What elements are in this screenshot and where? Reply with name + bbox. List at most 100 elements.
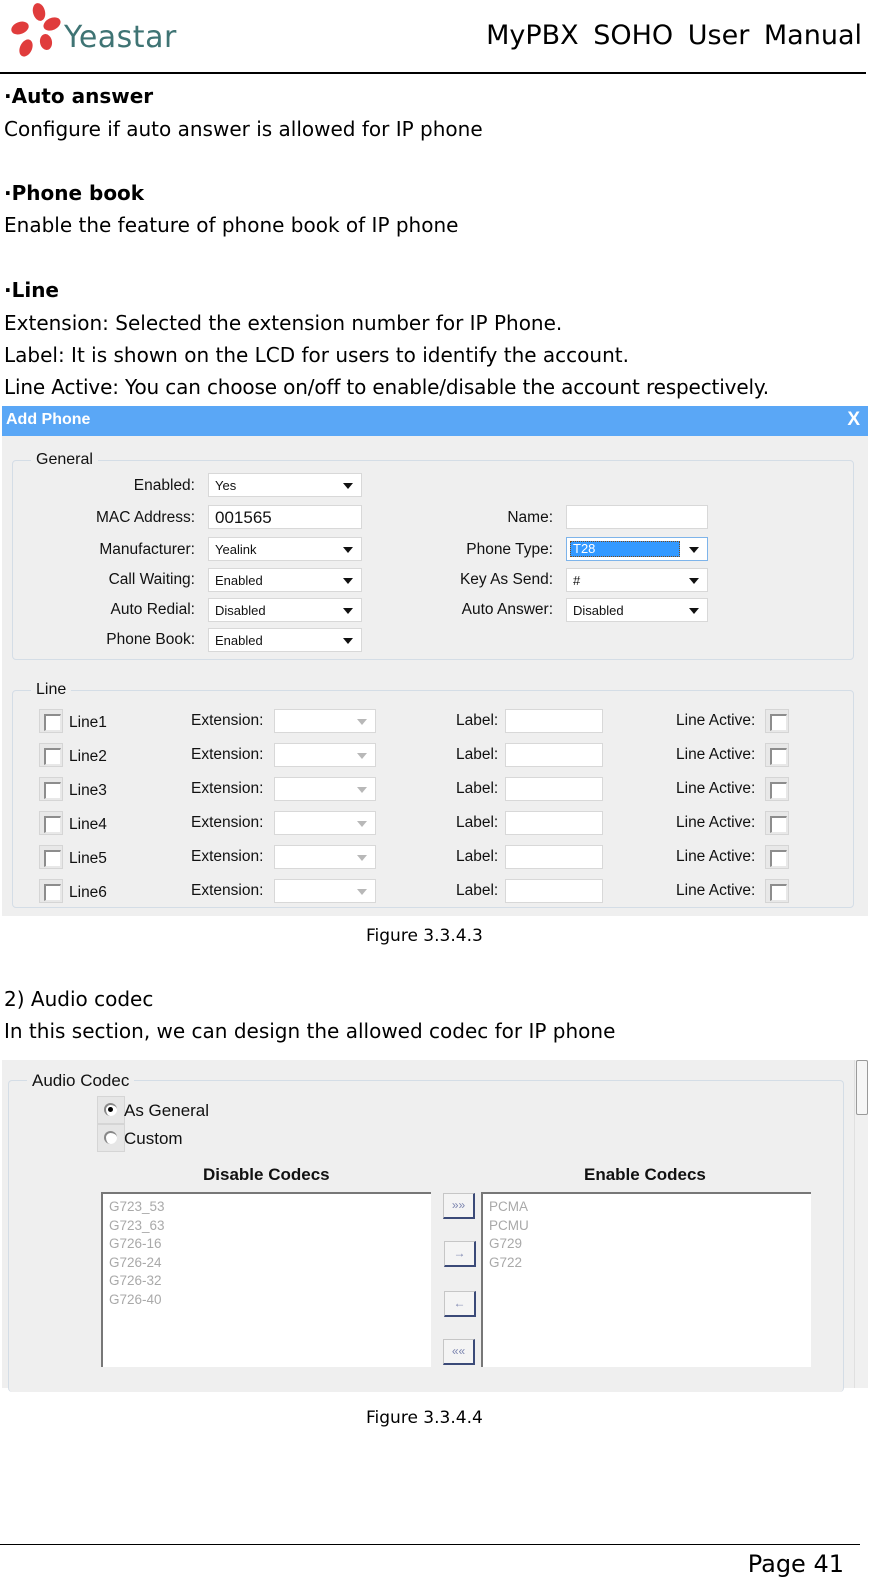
line-name: Line2 [69,748,107,765]
chevron-down-icon [689,608,699,614]
chevron-down-icon [343,547,353,553]
audio-codec-legend: Audio Codec [27,1071,135,1091]
auto-redial-label: Auto Redial: [110,601,195,618]
chevron-down-icon [357,787,367,793]
key-as-send-label: Key As Send: [459,571,553,588]
as-general-label: As General [124,1101,210,1120]
line-enable-checkbox[interactable] [39,777,63,801]
auto-redial-value: Disabled [215,603,266,618]
figure-caption-1: Figure 3.3.4.3 [366,926,483,946]
line-name: Line1 [69,714,107,731]
line-active-checkbox[interactable] [765,743,789,767]
move-all-right-button[interactable]: »» [443,1193,475,1219]
line-heading: ·Line [4,278,59,302]
enabled-select[interactable]: Yes [208,473,362,497]
footer-divider [0,1544,860,1545]
phone-type-value: T28 [573,541,596,556]
call-waiting-label: Call Waiting: [108,571,195,588]
line-name: Line4 [69,816,107,833]
codec-item[interactable]: PCMU [483,1217,811,1236]
dialog-titlebar: Add Phone X [2,406,868,436]
extension-select[interactable] [274,743,376,767]
label-input[interactable] [505,845,603,869]
key-as-send-select[interactable]: # [566,568,708,592]
auto-answer-select[interactable]: Disabled [566,598,708,622]
extension-label: Extension: [191,780,264,797]
line-enable-checkbox[interactable] [39,811,63,835]
line-enable-checkbox[interactable] [39,879,63,903]
chevron-down-icon [343,638,353,644]
auto-answer-label: Auto Answer: [461,601,553,618]
codec-item[interactable]: G726-16 [103,1235,431,1254]
audio-codec-panel: Audio Codec As General Custom Disable Co… [2,1060,868,1392]
document-title: MyPBX SOHO User Manual [486,20,862,51]
custom-radio[interactable] [97,1124,125,1152]
mac-address-value: 001565 [215,508,272,527]
line-active-checkbox[interactable] [765,879,789,903]
page-number: Page 41 [747,1550,844,1578]
label-input[interactable] [505,709,603,733]
general-legend: General [31,451,98,469]
scrollbar[interactable] [854,1060,868,1388]
line-text-extension: Extension: Selected the extension number… [4,311,563,335]
line-active-label: Line Active: [676,746,756,763]
label-input[interactable] [505,811,603,835]
extension-select[interactable] [274,811,376,835]
line-active-checkbox[interactable] [765,777,789,801]
phone-book-select[interactable]: Enabled [208,628,362,652]
line-active-checkbox[interactable] [765,845,789,869]
line-enable-checkbox[interactable] [39,709,63,733]
enabled-codecs-listbox[interactable]: PCMA PCMU G729 G722 [481,1192,811,1367]
codec-item[interactable]: PCMA [483,1198,811,1217]
line-enable-checkbox[interactable] [39,743,63,767]
chevron-down-icon [689,547,699,553]
label-input[interactable] [505,879,603,903]
line-active-label: Line Active: [676,848,756,865]
codec-item[interactable]: G726-40 [103,1291,431,1310]
manufacturer-select[interactable]: Yealink [208,537,362,561]
auto-answer-value: Disabled [573,603,624,618]
label-input[interactable] [505,743,603,767]
extension-select[interactable] [274,709,376,733]
phone-type-select[interactable]: T28 [566,537,708,561]
codec-item[interactable]: G723_63 [103,1217,431,1236]
manufacturer-label: Manufacturer: [99,541,195,558]
extension-select[interactable] [274,879,376,903]
call-waiting-select[interactable]: Enabled [208,568,362,592]
codec-item[interactable]: G723_53 [103,1198,431,1217]
move-left-button[interactable]: ← [444,1291,476,1317]
yeastar-logo: Yeastar [6,2,176,64]
extension-select[interactable] [274,845,376,869]
line-active-checkbox[interactable] [765,709,789,733]
mac-address-label: MAC Address: [95,509,195,526]
extension-select[interactable] [274,777,376,801]
line-name: Line6 [69,884,107,901]
line-enable-checkbox[interactable] [39,845,63,869]
close-icon[interactable]: X [847,409,860,431]
extension-label: Extension: [191,882,264,899]
as-general-radio[interactable] [97,1096,125,1124]
extension-label: Extension: [191,746,264,763]
codec-item[interactable]: G726-24 [103,1254,431,1273]
chevron-down-icon [357,855,367,861]
chevron-down-icon [343,608,353,614]
name-input[interactable] [566,505,708,529]
disable-codecs-heading: Disable Codecs [203,1165,330,1184]
codec-item[interactable]: G726-32 [103,1272,431,1291]
auto-redial-select[interactable]: Disabled [208,598,362,622]
line-active-label: Line Active: [676,712,756,729]
manufacturer-value: Yealink [215,542,257,557]
label-label: Label: [456,848,499,865]
move-all-left-button[interactable]: «« [443,1339,475,1365]
disabled-codecs-listbox[interactable]: G723_53 G723_63 G726-16 G726-24 G726-32 G726-… [101,1192,431,1367]
logo-text: Yeastar [64,20,177,55]
line-active-checkbox[interactable] [765,811,789,835]
mac-address-input[interactable]: 001565 [208,505,362,529]
scrollbar-thumb[interactable] [856,1060,868,1115]
move-right-button[interactable]: → [444,1241,476,1267]
label-input[interactable] [505,777,603,801]
codec-item[interactable]: G729 [483,1235,811,1254]
codec-item[interactable]: G722 [483,1254,811,1273]
phone-book-label: Phone Book: [106,631,195,648]
line-legend: Line [31,681,72,699]
